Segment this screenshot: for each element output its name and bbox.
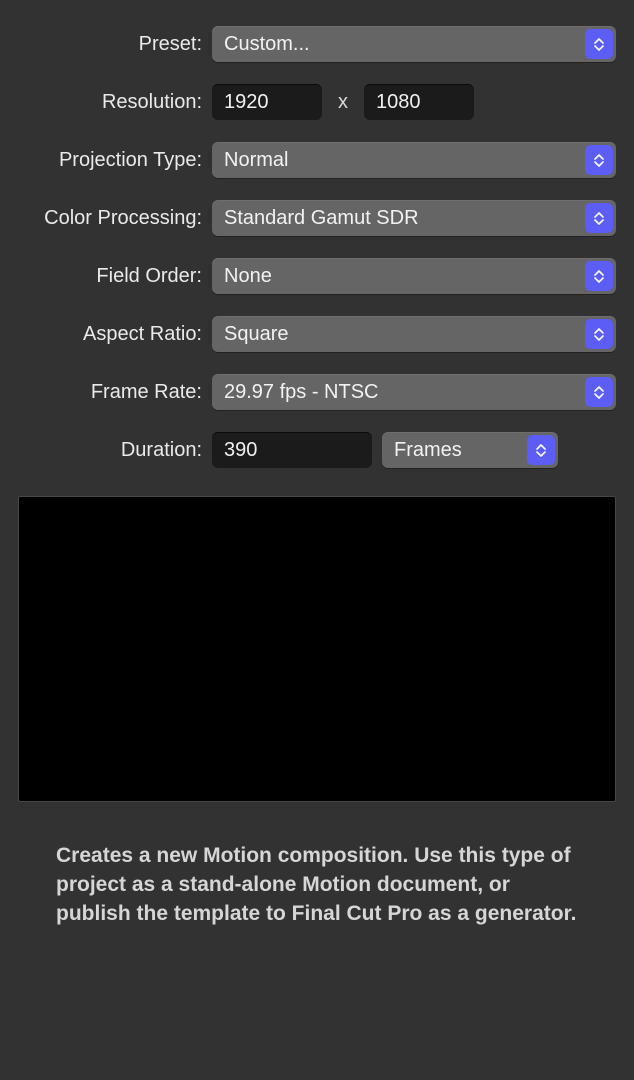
projection-value: Normal — [224, 149, 288, 172]
resolution-row: Resolution: x — [18, 84, 616, 120]
preset-row: Preset: Custom... — [18, 26, 616, 62]
aspect-value: Square — [224, 323, 289, 346]
updown-icon — [585, 29, 613, 59]
field-row: Field Order: None — [18, 258, 616, 294]
updown-icon — [585, 319, 613, 349]
resolution-width-input[interactable] — [212, 84, 322, 120]
framerate-label: Frame Rate: — [18, 381, 212, 404]
projection-label: Projection Type: — [18, 149, 212, 172]
color-label: Color Processing: — [18, 207, 212, 230]
resolution-label: Resolution: — [18, 91, 212, 114]
preset-value: Custom... — [224, 33, 310, 56]
framerate-select[interactable]: 29.97 fps - NTSC — [212, 374, 616, 410]
updown-icon — [527, 435, 555, 465]
duration-unit-select[interactable]: Frames — [382, 432, 558, 468]
projection-row: Projection Type: Normal — [18, 142, 616, 178]
preset-select[interactable]: Custom... — [212, 26, 616, 62]
preview-area — [18, 496, 616, 802]
updown-icon — [585, 203, 613, 233]
resolution-height-input[interactable] — [364, 84, 474, 120]
duration-input[interactable] — [212, 432, 372, 468]
field-select[interactable]: None — [212, 258, 616, 294]
aspect-label: Aspect Ratio: — [18, 323, 212, 346]
preset-label: Preset: — [18, 33, 212, 56]
color-value: Standard Gamut SDR — [224, 207, 419, 230]
color-row: Color Processing: Standard Gamut SDR — [18, 200, 616, 236]
updown-icon — [585, 377, 613, 407]
field-value: None — [224, 265, 272, 288]
color-select[interactable]: Standard Gamut SDR — [212, 200, 616, 236]
duration-row: Duration: Frames — [18, 432, 616, 468]
framerate-row: Frame Rate: 29.97 fps - NTSC — [18, 374, 616, 410]
aspect-row: Aspect Ratio: Square — [18, 316, 616, 352]
updown-icon — [585, 261, 613, 291]
description-text: Creates a new Motion composition. Use th… — [18, 842, 616, 929]
project-settings-panel: Preset: Custom... Resolution: x Projecti… — [0, 0, 634, 929]
projection-select[interactable]: Normal — [212, 142, 616, 178]
duration-label: Duration: — [18, 439, 212, 462]
field-label: Field Order: — [18, 265, 212, 288]
framerate-value: 29.97 fps - NTSC — [224, 381, 379, 404]
duration-unit-value: Frames — [394, 439, 462, 462]
x-separator: x — [332, 91, 354, 114]
updown-icon — [585, 145, 613, 175]
aspect-select[interactable]: Square — [212, 316, 616, 352]
